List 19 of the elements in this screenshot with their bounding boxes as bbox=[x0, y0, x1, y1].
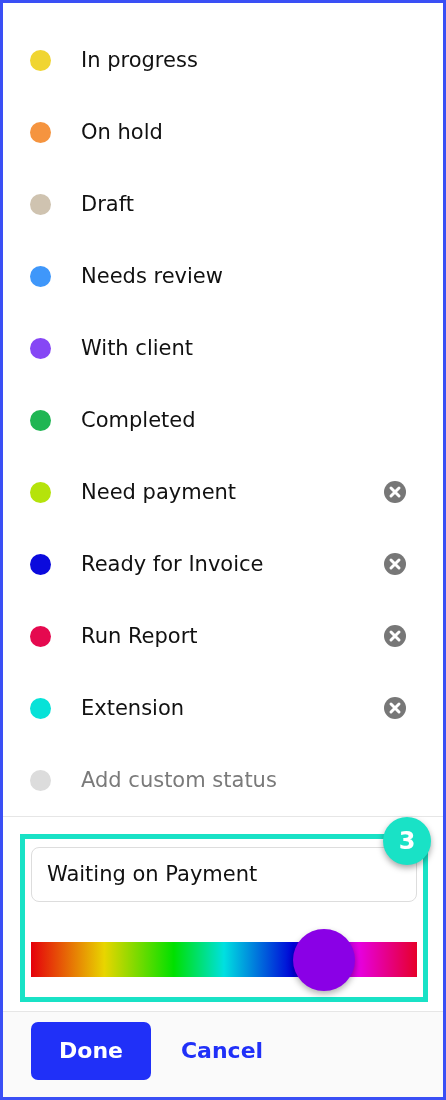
cancel-button[interactable]: Cancel bbox=[180, 1038, 264, 1063]
done-button[interactable]: Done bbox=[31, 1021, 151, 1080]
hue-slider-thumb[interactable] bbox=[293, 928, 356, 991]
status-label: On hold bbox=[81, 120, 164, 144]
status-label: With client bbox=[81, 336, 195, 360]
step-badge: 3 bbox=[383, 817, 431, 865]
status-label: Extension bbox=[81, 696, 186, 720]
status-label: Run Report bbox=[81, 624, 199, 648]
status-label: In progress bbox=[81, 48, 199, 72]
remove-icon[interactable] bbox=[384, 481, 406, 503]
add-status-link[interactable]: Add custom status bbox=[81, 768, 416, 792]
remove-icon[interactable] bbox=[384, 697, 406, 719]
status-label: Need payment bbox=[81, 480, 238, 504]
status-label: Ready for Invoice bbox=[81, 552, 265, 576]
status-label: Needs review bbox=[81, 264, 224, 288]
status-label: Completed bbox=[81, 408, 197, 432]
remove-icon[interactable] bbox=[384, 625, 406, 647]
remove-icon[interactable] bbox=[384, 553, 406, 575]
status-label: Draft bbox=[81, 192, 135, 216]
